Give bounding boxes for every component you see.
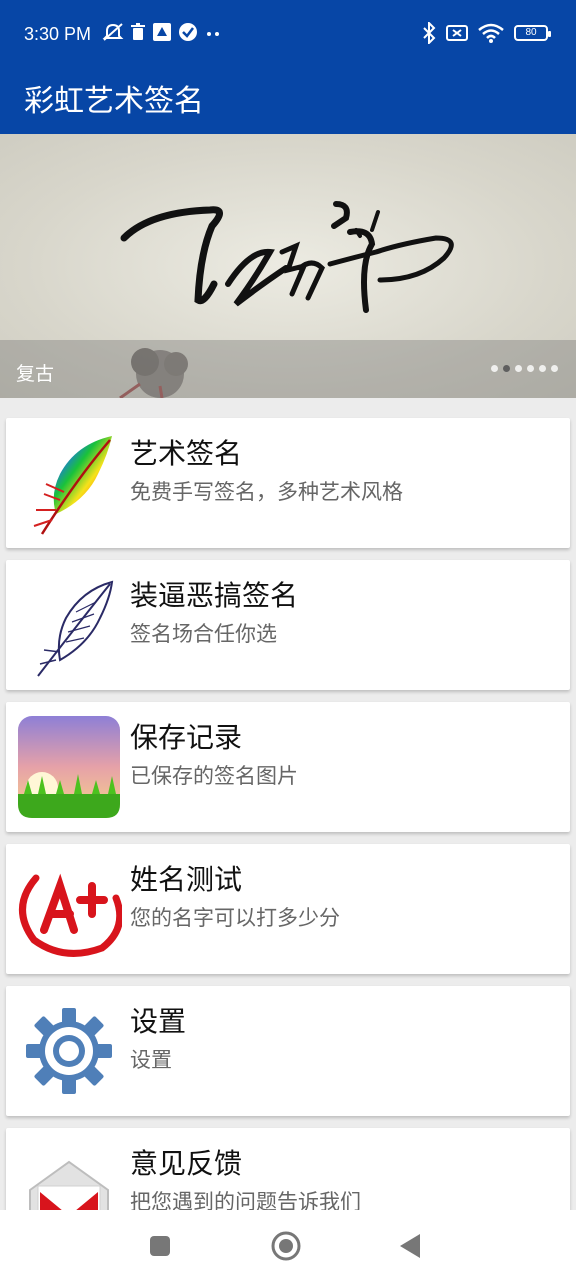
check-circle-icon xyxy=(179,23,197,41)
banner-carousel[interactable]: 复古 xyxy=(0,134,576,398)
navigation-bar xyxy=(0,1210,576,1280)
menu-item-title: 设置 xyxy=(130,1005,187,1038)
menu-item-subtitle: 设置 xyxy=(130,1048,172,1072)
status-right-icons: 80 xyxy=(422,22,551,44)
bluetooth-icon xyxy=(423,22,436,44)
wifi-icon xyxy=(478,23,504,43)
menu-item-title: 意见反馈 xyxy=(130,1147,243,1180)
home-button[interactable] xyxy=(270,1230,302,1262)
status-time: 3:30 PM xyxy=(24,24,92,44)
trash-icon xyxy=(131,23,145,40)
menu-item-title: 保存记录 xyxy=(130,721,243,754)
recents-button[interactable] xyxy=(148,1234,172,1258)
page-dot xyxy=(515,365,522,372)
menu-item-title: 姓名测试 xyxy=(130,863,243,896)
app-icon xyxy=(153,23,171,41)
app-bar: 彩虹艺术签名 xyxy=(0,52,576,134)
battery-icon: 80 xyxy=(514,25,551,41)
page-dot xyxy=(527,365,534,372)
menu-item-subtitle: 免费手写签名，多种艺术风格 xyxy=(130,480,403,504)
menu-item-subtitle: 您的名字可以打多少分 xyxy=(130,906,340,930)
menu-item-settings[interactable]: 设置 设置 xyxy=(6,986,570,1116)
status-left-icons xyxy=(102,22,222,42)
menu-item-prank-signature[interactable]: 装逼恶搞签名 签名场合任你选 xyxy=(6,560,570,690)
a-plus-grade-icon xyxy=(19,873,122,957)
banner-caption: 复古 xyxy=(16,363,55,385)
banner-page-indicator xyxy=(491,365,558,372)
menu-item-saved-records[interactable]: 保存记录 已保存的签名图片 xyxy=(6,702,570,832)
app-title: 彩虹艺术签名 xyxy=(24,84,204,119)
menu-item-art-signature[interactable]: 艺术签名 免费手写签名，多种艺术风格 xyxy=(6,418,570,548)
menu-item-title: 艺术签名 xyxy=(130,437,243,470)
menu-item-name-test[interactable]: 姓名测试 您的名字可以打多少分 xyxy=(6,844,570,974)
page-dot xyxy=(491,365,498,372)
signal-off-icon xyxy=(446,25,468,41)
back-button[interactable] xyxy=(398,1232,424,1260)
gear-icon xyxy=(26,1008,112,1094)
page-dot-active xyxy=(503,365,510,372)
status-bar: 3:30 PM 80 xyxy=(0,0,576,52)
mute-icon xyxy=(102,23,124,41)
quill-feather-icon xyxy=(37,580,114,677)
page-dot xyxy=(539,365,546,372)
rainbow-feather-icon xyxy=(33,436,112,535)
sunset-grass-icon xyxy=(18,716,120,818)
more-dots-icon xyxy=(207,32,219,36)
menu-item-subtitle: 签名场合任你选 xyxy=(130,622,277,646)
menu-item-title: 装逼恶搞签名 xyxy=(130,579,299,612)
page-dot xyxy=(551,365,558,372)
menu-item-subtitle: 已保存的签名图片 xyxy=(130,764,298,788)
banner-caption-bar xyxy=(0,340,576,398)
battery-level: 80 xyxy=(525,27,537,38)
